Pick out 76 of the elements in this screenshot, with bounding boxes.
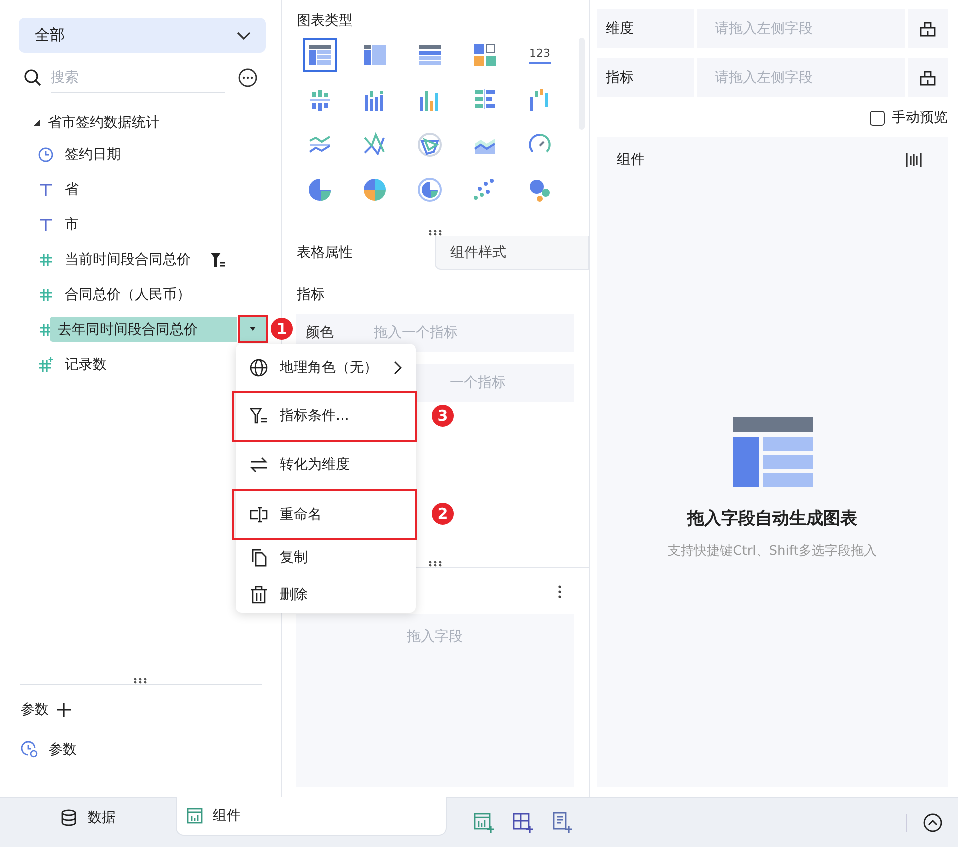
checkbox-label[interactable]: 手动预览: [892, 109, 948, 127]
clock-icon: [38, 146, 54, 162]
section-title: 参数: [21, 701, 49, 719]
field-item[interactable]: 合同总价（人民币）: [61, 282, 195, 307]
collapse-icon[interactable]: [923, 812, 943, 832]
copy-icon: [250, 548, 268, 566]
field-item[interactable]: 当前时间段合同总价: [61, 247, 195, 272]
bottom-tab[interactable]: 数据: [0, 798, 176, 837]
chart-type-icon: [416, 132, 442, 158]
chart-type-icon: [362, 132, 388, 158]
resize-handle[interactable]: [133, 678, 148, 684]
add-report-icon[interactable]: [551, 812, 573, 834]
search-icon: [24, 69, 42, 87]
swap-arrows-icon: [250, 456, 268, 474]
section-title: 图表类型: [297, 12, 354, 30]
caret-down-icon: [249, 326, 257, 332]
chart-type-icon: [416, 177, 442, 203]
menu-item[interactable]: 复制: [236, 539, 416, 576]
field-item[interactable]: 省: [61, 177, 83, 202]
chart-type-icon: [362, 177, 388, 203]
chart-icon: [187, 808, 203, 824]
trash-icon: [250, 586, 268, 604]
field-item[interactable]: 市: [61, 212, 83, 237]
scope-dropdown[interactable]: 全部: [19, 18, 266, 53]
more-icon[interactable]: [238, 68, 258, 88]
number-type-icon: [38, 356, 54, 372]
chart-type-icon: [472, 42, 498, 68]
rename-icon: [250, 506, 268, 524]
shelf-label: 维度: [597, 9, 694, 48]
empty-state-title: 拖入字段自动生成图表: [688, 508, 858, 530]
drop-slot[interactable]: 颜色 拖入一个指标: [296, 314, 574, 352]
globe-icon: [250, 358, 268, 376]
field-menu-button[interactable]: [240, 317, 266, 341]
filter-icon: [250, 407, 268, 425]
add-icon[interactable]: [57, 703, 71, 717]
database-icon: [60, 808, 78, 826]
parameter-item[interactable]: 参数: [49, 741, 77, 759]
chevron-down-icon: [236, 30, 252, 40]
chart-type-option[interactable]: [302, 38, 336, 72]
dataset-name[interactable]: 省市签约数据统计: [48, 114, 160, 132]
chart-type-icon: [416, 42, 442, 68]
parameter-icon: [21, 741, 39, 759]
empty-state-hint: 支持快捷键Ctrl、Shift多选字段拖入: [668, 543, 877, 560]
add-chart-icon[interactable]: [473, 812, 495, 834]
step-badge: 2: [432, 503, 454, 525]
field-item[interactable]: 记录数: [61, 352, 111, 377]
search-field[interactable]: 搜索: [51, 63, 225, 93]
more-icon[interactable]: [558, 585, 562, 599]
resize-handle[interactable]: [428, 561, 443, 567]
bottom-tab[interactable]: 组件: [176, 797, 447, 836]
hierarchy-icon: [920, 70, 936, 86]
hierarchy-button[interactable]: [908, 58, 948, 97]
chart-type-icon: [362, 42, 388, 68]
step-badge: 1: [271, 318, 293, 340]
align-icon[interactable]: [906, 152, 922, 168]
tab[interactable]: 组件样式: [434, 236, 589, 270]
add-tab-block-icon[interactable]: [512, 812, 534, 834]
expanded-triangle-icon[interactable]: [33, 119, 41, 127]
step-badge: 3: [432, 405, 454, 427]
checkbox[interactable]: [870, 110, 885, 126]
chart-type-icon: [306, 42, 332, 68]
menu-item[interactable]: 地理角色（无）: [236, 344, 416, 392]
resize-handle[interactable]: [428, 230, 443, 236]
chart-type-icon: [306, 177, 332, 203]
section-title: 指标: [297, 286, 326, 304]
text-type-icon: [38, 218, 54, 232]
hierarchy-button[interactable]: [908, 9, 948, 48]
number-type-icon: [38, 252, 54, 266]
text-type-icon: [38, 182, 54, 196]
menu-item[interactable]: 删除: [236, 576, 416, 613]
number-type-icon: [38, 288, 54, 302]
component-title: 组件: [617, 151, 645, 169]
field-item[interactable]: 签约日期: [61, 142, 125, 167]
shelf-label: 指标: [597, 58, 694, 97]
hierarchy-icon: [920, 20, 936, 36]
menu-item[interactable]: 转化为维度: [236, 441, 416, 490]
